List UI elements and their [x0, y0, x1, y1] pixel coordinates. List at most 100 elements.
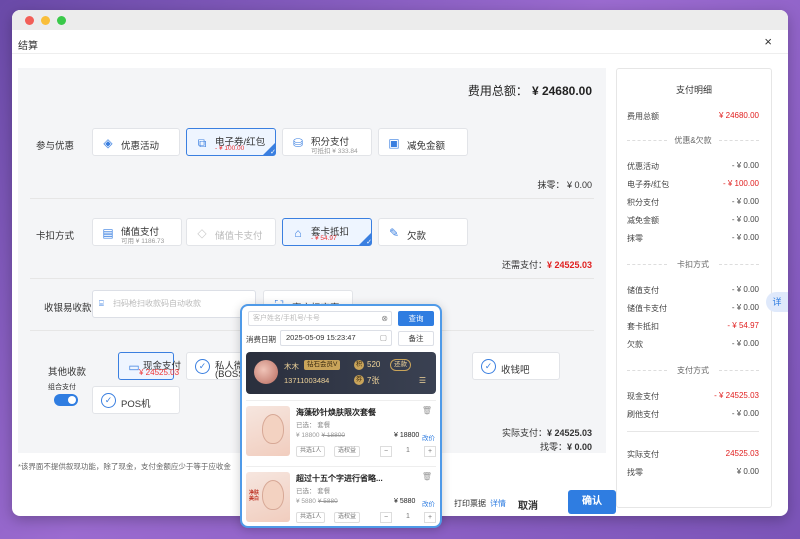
benefit-select[interactable]: 选权益	[334, 512, 361, 523]
payment-summary: 支付明细 费用总额 ¥ 24680.00 优惠&欠款 优惠活动 - ¥ 0.00 电…	[616, 68, 772, 508]
maximize-window-dot[interactable]	[57, 16, 66, 25]
check-icon: ✓	[101, 393, 116, 408]
summary-row: 储值支付 - ¥ 0.00	[627, 285, 759, 295]
promo-activity-card[interactable]: ◈ 优惠活动	[92, 128, 180, 156]
reduce-card[interactable]: ▣ 减免金额	[378, 128, 468, 156]
debt-card[interactable]: ✎ 欠款	[378, 218, 468, 246]
clear-icon[interactable]: ⊗	[381, 312, 388, 325]
edit-price-link[interactable]: 改价	[422, 432, 435, 442]
scan-code-input[interactable]: ⌸ 扫码枪扫收款码自动收款	[92, 290, 256, 318]
summary-row: 欠款 - ¥ 0.00	[627, 339, 759, 349]
date-picker[interactable]: 2025-05-09 15:23:47 ▢	[280, 330, 392, 346]
need-pay: 还需支付：¥ 24525.03	[501, 260, 592, 270]
tag-icon: ◈	[103, 136, 113, 150]
detail-side-tab[interactable]: 详	[766, 292, 788, 312]
coupon-icon: 券	[354, 375, 364, 385]
list-item: 净肤美白 超过十五个字进行省略... 🗑 已选： 套餐 ¥ 5880 ¥ 5880…	[246, 472, 436, 526]
confirm-button[interactable]: 确认	[568, 490, 616, 514]
close-window-dot[interactable]	[25, 16, 34, 25]
total-amount: 费用总额： ¥ 24680.00	[467, 84, 592, 98]
cash-card[interactable]: ▭ 现金支付 ¥ 24525.03	[118, 352, 181, 380]
benefit-select[interactable]: 选权益	[334, 446, 361, 457]
footer-note: *该界面不提供叙现功能，除了现金，支付金额应少于等于应收金	[18, 462, 231, 471]
trash-icon[interactable]: 🗑	[422, 472, 432, 481]
pos-card[interactable]: ✓ POS机	[92, 386, 180, 414]
print-detail-link: 详情	[490, 499, 506, 508]
summary-row: 优惠活动 - ¥ 0.00	[627, 161, 759, 171]
member-card[interactable]: 木木 钻石会员V 13711003484 积 520 还款 券 7张 ☰	[246, 352, 436, 394]
discount-icon: ▣	[388, 136, 400, 150]
staff-chip[interactable]: 共选1人	[296, 512, 326, 523]
repay-tag[interactable]: 还款	[390, 359, 411, 371]
item-selected: 已选： 套餐	[296, 488, 331, 495]
coupon-card[interactable]: ⧉ 电子券/红包 - ¥ 100.00	[186, 128, 276, 156]
member-name: 木木	[284, 362, 299, 371]
divider	[627, 431, 759, 432]
summary-row: 刷他支付 - ¥ 0.00	[627, 409, 759, 419]
product-thumbnail	[246, 406, 290, 456]
summary-row: 抹零 - ¥ 0.00	[627, 233, 759, 243]
coins-icon: ⛁	[292, 136, 304, 150]
summary-group: 卡扣方式	[627, 259, 759, 270]
points-icon: 积	[354, 360, 364, 370]
product-thumbnail: 净肤美白	[246, 472, 290, 522]
combo-pay-label: 组合支付	[48, 384, 76, 391]
divider	[30, 278, 594, 279]
dialog-title: 结算	[18, 41, 38, 52]
selected-check-icon	[263, 143, 276, 156]
summary-row: 储值卡支付 - ¥ 0.00	[627, 303, 759, 313]
item-price: ¥ 18800 ¥ 18800	[296, 432, 345, 439]
divider	[30, 198, 594, 199]
summary-row: 费用总额 ¥ 24680.00	[627, 111, 759, 121]
search-button[interactable]: 查询	[398, 311, 434, 326]
trash-icon[interactable]: 🗑	[422, 406, 432, 415]
quantity-stepper[interactable]: −1 +	[380, 446, 436, 457]
summary-row: 减免金额 - ¥ 0.00	[627, 215, 759, 225]
item-name: 超过十五个字进行省略...	[296, 474, 383, 483]
stored-value-card[interactable]: ▤ 储值支付 可用 ¥ 1186.73	[92, 218, 182, 246]
summary-row: 找零 ¥ 0.00	[627, 467, 759, 477]
wallet-icon: ▤	[102, 226, 114, 240]
combo-pay-toggle[interactable]	[54, 394, 78, 406]
minimize-window-dot[interactable]	[41, 16, 50, 25]
member-phone: 13711003484	[284, 376, 330, 385]
shouqianba-card[interactable]: ✓ 收钱吧	[472, 352, 560, 380]
avatar	[254, 360, 278, 384]
item-final-price: ¥ 18800	[394, 432, 420, 439]
minus-icon: −	[380, 512, 392, 523]
scanner-icon: ⌸	[99, 299, 104, 308]
change-amount: 找零：¥ 0.00	[539, 442, 592, 452]
plus-icon: +	[424, 512, 436, 523]
collect-label: 收银易收款	[44, 303, 92, 314]
staff-chip[interactable]: 共选1人	[296, 446, 326, 457]
minus-icon: −	[380, 446, 392, 457]
discount-label: 参与优惠	[36, 141, 75, 152]
menu-icon[interactable]: ☰	[419, 376, 426, 385]
summary-row: 现金支付 - ¥ 24525.03	[627, 391, 759, 401]
ticket-icon: ⧉	[197, 136, 207, 150]
note-button[interactable]: 备注	[398, 331, 434, 346]
date-label: 消费日期	[246, 335, 276, 344]
item-price: ¥ 5880 ¥ 5880	[296, 498, 338, 505]
print-receipt-option[interactable]: 打印票据 详情	[454, 498, 506, 509]
quantity-stepper[interactable]: −1 +	[380, 512, 436, 523]
summary-row: 积分支付 - ¥ 0.00	[627, 197, 759, 207]
package-card[interactable]: ⌂ 套卡抵扣 - ¥ 54.97	[282, 218, 372, 246]
points-card[interactable]: ⛁ 积分支付 可抵扣 ¥ 333.84	[282, 128, 372, 156]
dialog-header: 结算 ×	[12, 30, 788, 54]
debt-icon: ✎	[388, 226, 400, 240]
window-titlebar	[12, 10, 788, 30]
item-final-price: ¥ 5880	[394, 498, 416, 505]
divider	[246, 466, 436, 467]
cancel-button[interactable]: 取消	[518, 497, 538, 512]
check-icon: ✓	[195, 359, 210, 374]
summary-row: 套卡抵扣 - ¥ 54.97	[627, 321, 759, 331]
divider	[246, 400, 436, 401]
close-icon[interactable]: ×	[764, 34, 772, 49]
customer-search-input[interactable]: 客户姓名/手机号/卡号 ⊗	[248, 311, 392, 326]
actual-pay: 实际支付：¥ 24525.03	[501, 428, 592, 438]
stored-card-pay-card[interactable]: ◇ 储值卡支付	[186, 218, 276, 246]
customer-popup: 客户姓名/手机号/卡号 ⊗ 查询 消费日期 2025-05-09 15:23:4…	[240, 304, 442, 528]
edit-price-link[interactable]: 改价	[422, 498, 435, 508]
check-icon: ✓	[481, 359, 496, 374]
